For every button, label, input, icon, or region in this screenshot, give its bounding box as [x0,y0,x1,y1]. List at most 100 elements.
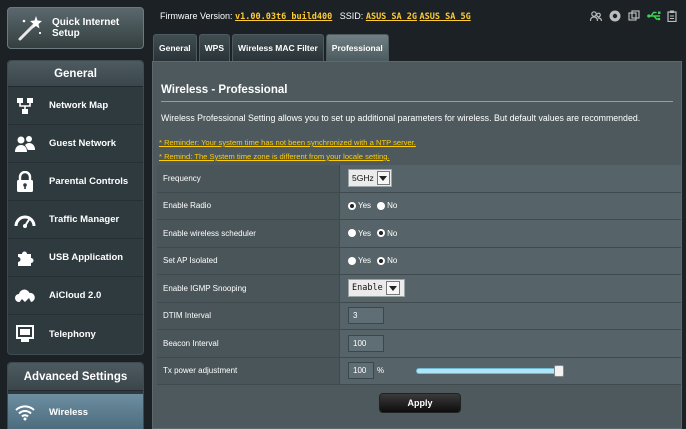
setting-value: Yes No [340,247,681,274]
tab-general[interactable]: General [153,34,197,61]
frequency-selected-value: 5GHz [352,173,374,184]
ap-isolated-radio-group: Yes No [348,256,399,265]
sidebar-item-label: Guest Network [49,138,117,149]
apply-button[interactable]: Apply [379,393,461,413]
setting-row-ap-isolated: Set AP Isolated Yes No [157,247,681,275]
setting-label: DTIM Interval [157,302,340,329]
radio-label: Yes [358,201,372,211]
page-title: Wireless - Professional [161,84,288,96]
setting-label: Enable wireless scheduler [157,220,340,247]
sidebar-item-label: Network Map [49,100,109,111]
ssid-5g-link[interactable]: ASUS_SA_5G [420,12,471,22]
setting-row-dtim-interval: DTIM Interval 3 [157,302,681,330]
setting-row-enable-radio: Enable Radio Yes No [157,192,681,220]
lock-icon [14,170,36,193]
setting-value: 100 [340,330,681,357]
sidebar-item-label: Telephony [49,328,96,340]
enable-radio-group: Yes No [348,201,399,210]
enable-radio-yes[interactable]: Yes [348,201,371,210]
radio-label: Yes [358,256,372,266]
igmp-snooping-select[interactable]: Enable [348,279,405,298]
setting-label: Frequency [157,165,340,192]
firmware-label: Firmware Version: [160,11,233,21]
sidebar-item-label: USB Application [49,252,124,263]
title-divider [161,101,673,102]
ap-isolated-yes[interactable]: Yes [348,256,371,265]
setting-row-igmp-snooping: Enable IGMP Snooping Enable [157,275,681,303]
status-icons [589,9,678,23]
radio-label: No [387,201,398,211]
setting-label: Beacon Interval [157,330,340,357]
tab-professional[interactable]: Professional [325,34,389,61]
gauge-icon [14,209,36,231]
chevron-down-icon [385,281,400,296]
main-panel: Wireless - Professional Wireless Profess… [152,61,682,429]
chevron-down-icon [376,171,390,186]
setting-value: Yes No [340,192,681,219]
radio-button[interactable] [377,201,386,210]
radio-label: No [387,256,398,266]
sidebar-item-network-map[interactable]: Network Map [8,87,143,125]
timezone-reminder-link[interactable]: * Remind: The System time zone is differ… [159,152,390,161]
sidebar-item-traffic-manager[interactable]: Traffic Manager [8,201,143,239]
users-icon[interactable] [589,9,603,22]
radio-button[interactable] [348,229,356,238]
scheduler-radio-group: Yes No [348,229,399,238]
setting-value: 100 % [340,357,681,384]
enable-radio-no[interactable]: No [377,201,397,210]
tx-power-input[interactable]: 100 [348,362,374,380]
tx-power-slider[interactable] [416,364,565,377]
sidebar-item-label: Traffic Manager [49,214,120,225]
dtim-interval-input[interactable]: 3 [348,307,384,325]
scheduler-no[interactable]: No [377,229,397,238]
sidebar-item-wireless[interactable]: Wireless [8,394,143,429]
quick-internet-setup-button[interactable]: Quick Internet Setup [7,7,144,49]
setting-row-beacon-interval: Beacon Interval 100 [157,330,681,358]
sidebar-item-aicloud[interactable]: AiCloud 2.0 [8,277,143,315]
frequency-select[interactable]: 5GHz [348,169,392,188]
wand-icon [14,13,44,43]
sidebar-item-label: Wireless [49,406,88,418]
top-status-bar: Firmware Version: v1.00.03t6_build400 SS… [150,0,686,34]
sidebar-item-guest-network[interactable]: Guest Network [8,125,143,163]
general-menu: General Network Map Guest Network Parent… [7,60,144,355]
advanced-settings-menu: Advanced Settings Wireless [7,362,144,429]
tab-wireless-mac-filter[interactable]: Wireless MAC Filter [232,34,324,61]
radio-button[interactable] [348,256,356,265]
printer-icon[interactable] [628,9,640,21]
general-menu-header: General [8,61,143,87]
setting-label: Set AP Isolated [157,247,340,274]
usb-icon[interactable] [647,9,661,21]
setting-value: 3 [340,302,681,329]
sidebar-item-telephony[interactable]: Telephony [8,315,143,353]
firmware-ssid-line: Firmware Version: v1.00.03t6_build400 SS… [160,11,471,22]
sidebar-item-usb-application[interactable]: USB Application [8,239,143,277]
settings-table: Frequency 5GHz Enable Radio Yes No Enabl… [157,165,681,385]
globe-icon[interactable] [609,9,621,22]
clipboard-icon[interactable] [666,9,678,23]
igmp-selected-value: Enable [352,283,383,294]
slider-handle[interactable] [554,364,565,377]
radio-button[interactable] [377,256,386,265]
ntp-reminder-link[interactable]: * Reminder: Your system time has not bee… [159,138,416,147]
tab-wps[interactable]: WPS [198,34,231,61]
monitor-icon [14,323,36,345]
sidebar-item-parental-controls[interactable]: Parental Controls [8,163,143,201]
radio-label: Yes [358,228,372,238]
page-description: Wireless Professional Setting allows you… [161,113,641,123]
setting-label: Enable Radio [157,192,340,219]
ssid-2g-link[interactable]: ASUS_SA_2G [366,12,417,22]
scheduler-yes[interactable]: Yes [348,229,371,238]
firmware-version-link[interactable]: v1.00.03t6_build400 [235,12,332,22]
puzzle-icon [14,247,36,269]
advanced-settings-header: Advanced Settings [8,363,143,391]
tx-power-unit: % [377,366,385,376]
radio-button[interactable] [348,201,356,210]
wifi-icon [14,401,36,423]
radio-label: No [387,228,398,238]
ap-isolated-no[interactable]: No [377,256,397,265]
beacon-interval-input[interactable]: 100 [348,334,384,352]
radio-button[interactable] [377,229,386,238]
cloud-icon [14,285,36,307]
network-map-icon [14,95,36,117]
